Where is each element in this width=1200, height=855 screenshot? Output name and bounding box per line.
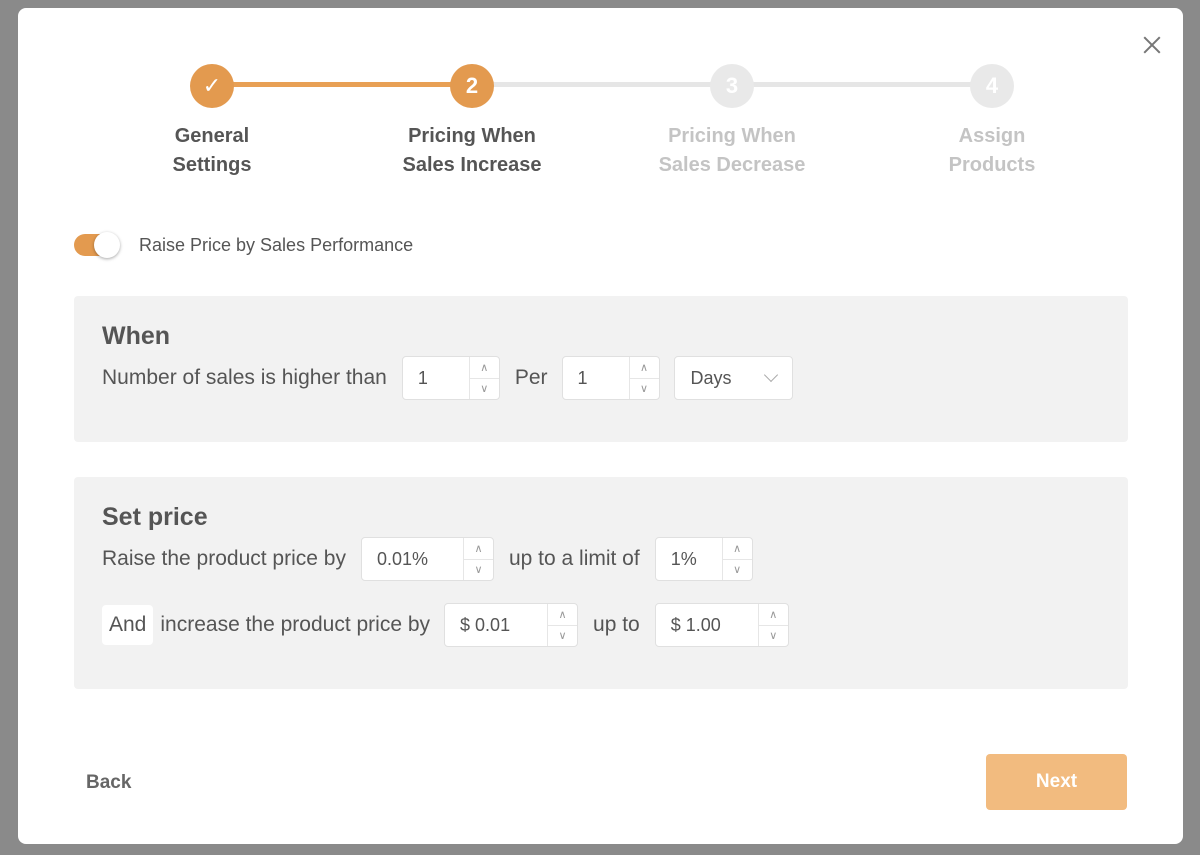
chevron-down-icon[interactable]: ∨ [470, 379, 499, 400]
and-or-toggle-button[interactable]: And [102, 605, 154, 645]
chevron-down-icon[interactable]: ∨ [548, 626, 577, 647]
toggle-label: Raise Price by Sales Performance [139, 234, 414, 255]
sales-count-stepper[interactable]: 1 ∧ ∨ [401, 356, 500, 400]
raise-percent-value: 0.01% [376, 548, 429, 569]
limit-percent-stepper[interactable]: 1% ∧ ∨ [654, 537, 753, 581]
when-row: Number of sales is higher than 1 ∧ ∨ Per… [102, 356, 793, 400]
step-pricing-decrease[interactable]: 3 Pricing When Sales Decrease [632, 64, 832, 180]
raise-percent-row: Raise the product price by 0.01% ∧ ∨ up … [102, 537, 753, 581]
increase-amount-value: $ 0.01 [460, 614, 511, 635]
when-panel: When Number of sales is higher than 1 ∧ … [74, 296, 1128, 442]
step-number: 4 [970, 64, 1014, 108]
limit-text: up to a limit of [508, 547, 640, 570]
chevron-down-icon[interactable]: ∨ [759, 626, 788, 647]
period-unit-select[interactable]: Days [673, 356, 793, 400]
when-text: Number of sales is higher than [102, 366, 387, 389]
raise-price-toggle[interactable] [74, 232, 120, 258]
period-count-value: 1 [577, 367, 588, 388]
increase-amount-row: And increase the product price by $ 0.01… [102, 603, 789, 647]
period-unit-value: Days [690, 367, 732, 388]
increase-amount-stepper[interactable]: $ 0.01 ∧ ∨ [444, 603, 579, 647]
chevron-up-icon[interactable]: ∧ [463, 538, 493, 560]
next-button[interactable]: Next [986, 754, 1127, 810]
up-to-amount-value: $ 1.00 [670, 614, 721, 635]
sales-count-value: 1 [417, 367, 428, 388]
when-title: When [102, 322, 171, 350]
chevron-up-icon[interactable]: ∧ [548, 604, 578, 626]
up-to-amount-stepper[interactable]: $ 1.00 ∧ ∨ [654, 603, 789, 647]
chevron-down-icon [763, 367, 778, 383]
set-price-panel: Set price Raise the product price by 0.0… [74, 477, 1128, 689]
step-general-settings[interactable]: ✓ General Settings [112, 64, 312, 180]
step-assign-products[interactable]: 4 Assign Products [892, 64, 1092, 180]
chevron-up-icon[interactable]: ∧ [469, 357, 499, 379]
chevron-down-icon[interactable]: ∨ [464, 560, 493, 581]
chevron-up-icon[interactable]: ∧ [758, 604, 788, 626]
raise-price-toggle-row: Raise Price by Sales Performance [74, 232, 414, 258]
chevron-up-icon[interactable]: ∧ [629, 357, 659, 379]
period-count-stepper[interactable]: 1 ∧ ∨ [561, 356, 660, 400]
toggle-knob [94, 232, 120, 258]
step-label: Pricing When Sales Increase [402, 125, 542, 176]
step-label: Assign Products [948, 125, 1036, 176]
chevron-up-icon[interactable]: ∧ [722, 538, 752, 560]
step-number: 2 [450, 64, 494, 108]
step-label: General Settings [172, 125, 252, 176]
raise-percent-stepper[interactable]: 0.01% ∧ ∨ [360, 537, 494, 581]
chevron-down-icon[interactable]: ∨ [723, 560, 752, 581]
close-icon[interactable] [1141, 34, 1163, 56]
chevron-down-icon[interactable]: ∨ [630, 379, 659, 400]
up-to-text: up to [593, 613, 640, 636]
increase-text: increase the product price by [160, 613, 431, 636]
checkmark-icon: ✓ [190, 64, 234, 108]
limit-percent-value: 1% [670, 548, 697, 569]
step-number: 3 [710, 64, 754, 108]
step-label: Pricing When Sales Decrease [658, 125, 806, 176]
per-text: Per [514, 366, 548, 389]
raise-text: Raise the product price by [102, 547, 346, 570]
set-price-title: Set price [102, 503, 208, 531]
step-pricing-increase[interactable]: 2 Pricing When Sales Increase [372, 64, 572, 180]
wizard-modal: ✓ General Settings 2 Pricing When Sales … [18, 8, 1183, 844]
back-button[interactable]: Back [86, 772, 131, 794]
